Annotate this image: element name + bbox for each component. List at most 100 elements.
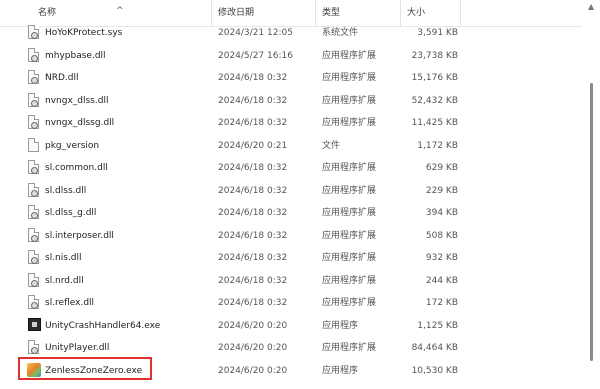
dll-file-icon: [28, 182, 39, 197]
file-name: sl.interposer.dll: [45, 230, 114, 241]
file-row[interactable]: sl.reflex.dll 2024/6/18 0:32 应用程序扩展 172 …: [0, 292, 575, 314]
scroll-up-arrow-icon[interactable]: ▲: [588, 2, 594, 11]
file-date: 2024/6/18 0:32: [218, 95, 288, 106]
scrollbar-thumb[interactable]: [590, 83, 593, 361]
file-row[interactable]: mhypbase.dll 2024/5/27 16:16 应用程序扩展 23,7…: [0, 45, 575, 67]
file-row[interactable]: HoYoKProtect.sys 2024/3/21 12:05 系统文件 3,…: [0, 22, 575, 44]
file-row[interactable]: sl.common.dll 2024/6/18 0:32 应用程序扩展 629 …: [0, 157, 575, 179]
column-header-size-label: 大小: [407, 8, 426, 18]
generic-file-icon: [28, 137, 39, 152]
file-date: 2024/6/18 0:32: [218, 118, 288, 128]
file-date: 2024/6/20 0:20: [218, 365, 288, 376]
file-date: 2024/6/18 0:32: [218, 275, 288, 286]
file-row[interactable]: UnityCrashHandler64.exe 2024/6/20 0:20 应…: [0, 315, 575, 337]
file-name: nvngx_dlssg.dll: [45, 118, 115, 128]
column-header-name-label: 名称: [38, 8, 57, 18]
file-size: 932 KB: [425, 253, 458, 263]
file-name: UnityPlayer.dll: [45, 343, 110, 353]
file-size: 3,591 KB: [417, 28, 458, 38]
file-row[interactable]: nvngx_dlss.dll 2024/6/18 0:32 应用程序扩展 52,…: [0, 90, 575, 112]
file-size: 508 KB: [425, 230, 458, 241]
file-type: 系统文件: [322, 28, 359, 38]
system-file-icon: [28, 25, 39, 39]
file-size: 229 KB: [425, 185, 458, 196]
file-name: sl.dlss.dll: [45, 185, 87, 196]
file-size: 1,125 KB: [417, 320, 458, 331]
file-type: 应用程序扩展: [322, 343, 377, 353]
file-type: 应用程序: [322, 320, 359, 331]
dll-file-icon: [28, 70, 39, 84]
file-date: 2024/6/18 0:32: [218, 230, 288, 241]
dll-file-icon: [28, 92, 39, 107]
file-date: 2024/6/18 0:32: [218, 253, 288, 263]
file-type: 应用程序扩展: [322, 50, 377, 61]
file-type: 应用程序扩展: [322, 230, 377, 241]
dll-file-icon: [28, 47, 39, 62]
file-row[interactable]: UnityPlayer.dll 2024/6/20 0:20 应用程序扩展 84…: [0, 337, 575, 359]
file-name: sl.reflex.dll: [45, 298, 95, 308]
file-size: 172 KB: [425, 298, 458, 308]
file-name: NRD.dll: [45, 73, 79, 83]
sort-ascending-icon: ^: [116, 6, 124, 16]
file-row[interactable]: sl.dlss_g.dll 2024/6/18 0:32 应用程序扩展 394 …: [0, 202, 575, 224]
vertical-scrollbar[interactable]: ▲: [582, 0, 600, 389]
file-size: 52,432 KB: [411, 95, 458, 106]
dll-file-icon: [28, 115, 39, 129]
file-row[interactable]: sl.dlss.dll 2024/6/18 0:32 应用程序扩展 229 KB: [0, 180, 575, 202]
file-date: 2024/6/18 0:32: [218, 163, 288, 173]
file-name: HoYoKProtect.sys: [45, 28, 123, 38]
file-row[interactable]: sl.nrd.dll 2024/6/18 0:32 应用程序扩展 244 KB: [0, 270, 575, 292]
file-type: 应用程序扩展: [322, 298, 377, 308]
file-date: 2024/6/18 0:32: [218, 298, 288, 308]
file-row[interactable]: sl.nis.dll 2024/6/18 0:32 应用程序扩展 932 KB: [0, 247, 575, 269]
file-row[interactable]: sl.interposer.dll 2024/6/18 0:32 应用程序扩展 …: [0, 225, 575, 247]
file-type: 应用程序扩展: [322, 253, 377, 263]
file-size: 15,176 KB: [411, 73, 458, 83]
file-type: 应用程序: [322, 365, 359, 376]
file-name: sl.dlss_g.dll: [45, 208, 97, 218]
file-name: pkg_version: [45, 140, 100, 151]
column-header-date-label: 修改日期: [218, 8, 255, 18]
file-name: sl.common.dll: [45, 163, 108, 173]
file-size: 23,738 KB: [411, 50, 458, 61]
file-date: 2024/6/18 0:32: [218, 208, 288, 218]
file-size: 1,172 KB: [417, 140, 458, 151]
dll-file-icon: [28, 205, 39, 219]
dll-file-icon: [28, 295, 39, 309]
file-type: 应用程序扩展: [322, 185, 377, 196]
file-date: 2024/6/18 0:32: [218, 185, 288, 196]
file-row[interactable]: nvngx_dlssg.dll 2024/6/18 0:32 应用程序扩展 11…: [0, 112, 575, 134]
file-size: 629 KB: [425, 163, 458, 173]
dll-file-icon: [28, 250, 39, 264]
app-exe-icon: [28, 317, 41, 331]
file-name: sl.nis.dll: [45, 253, 82, 263]
file-row[interactable]: NRD.dll 2024/6/18 0:32 应用程序扩展 15,176 KB: [0, 67, 575, 89]
file-size: 84,464 KB: [411, 343, 458, 353]
file-date: 2024/6/18 0:32: [218, 73, 288, 83]
file-size: 10,530 KB: [411, 365, 458, 376]
file-type: 应用程序扩展: [322, 118, 377, 128]
file-name: sl.nrd.dll: [45, 275, 84, 286]
column-header-type-label: 类型: [322, 8, 341, 18]
file-name: nvngx_dlss.dll: [45, 95, 109, 106]
file-size: 11,425 KB: [411, 118, 458, 128]
file-type: 应用程序扩展: [322, 95, 377, 106]
file-type: 应用程序扩展: [322, 208, 377, 218]
highlight-box: [18, 357, 152, 380]
file-row[interactable]: pkg_version 2024/6/20 0:21 文件 1,172 KB: [0, 135, 575, 157]
dll-file-icon: [28, 227, 39, 242]
dll-file-icon: [28, 160, 39, 174]
file-name: UnityCrashHandler64.exe: [45, 320, 161, 331]
file-date: 2024/6/20 0:20: [218, 320, 288, 331]
file-size: 394 KB: [425, 208, 458, 218]
file-type: 应用程序扩展: [322, 275, 377, 286]
file-type: 文件: [322, 140, 341, 151]
dll-file-icon: [28, 340, 39, 354]
file-type: 应用程序扩展: [322, 73, 377, 83]
file-date: 2024/3/21 12:05: [218, 28, 293, 38]
dll-file-icon: [28, 272, 39, 287]
file-date: 2024/6/20 0:20: [218, 343, 288, 353]
file-type: 应用程序扩展: [322, 163, 377, 173]
file-date: 2024/5/27 16:16: [218, 50, 293, 61]
file-size: 244 KB: [425, 275, 458, 286]
